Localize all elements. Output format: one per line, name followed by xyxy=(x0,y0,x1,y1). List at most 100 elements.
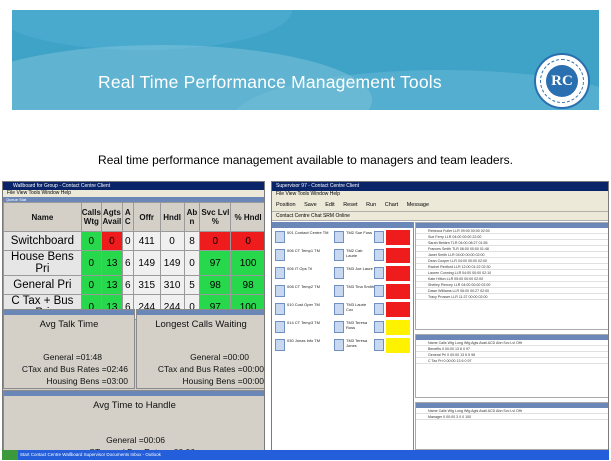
logo-monogram: RC xyxy=(546,65,578,97)
queue-label: 010 Cust Oper TM xyxy=(287,302,320,307)
table-row[interactable]: House Bens Pri 0 13 6 149 149 0 97 100 xyxy=(3,250,264,276)
service-level-value: 97 xyxy=(199,250,232,276)
title-banner: Real Time Performance Management Tools R… xyxy=(12,10,599,110)
metric-line: General =00:00 xyxy=(190,352,249,362)
agent-label: TM3 Teresa Ross xyxy=(346,320,368,330)
status-icon xyxy=(374,231,384,243)
banner-wave xyxy=(12,10,292,50)
message-button[interactable]: Message xyxy=(407,202,429,208)
agent-icon xyxy=(334,231,344,243)
agent-label: TM2 Sue Fuss xyxy=(346,230,373,235)
col-percent-handled[interactable]: % Hndl xyxy=(230,202,264,232)
status-icon xyxy=(374,249,384,261)
queue-row[interactable]: 006 IT Ops Trl TM3 Joe Laure xyxy=(274,266,412,283)
state-indicator xyxy=(386,338,410,353)
calls-waiting: 0 xyxy=(80,250,102,276)
offered-value: 315 xyxy=(132,275,161,295)
offered-value: 411 xyxy=(132,231,161,251)
queue-row[interactable]: 010 Cust Oper TM TM3 Laurie Cox xyxy=(274,302,412,319)
list-item[interactable]: C Tax Pri 0 00:00 13 6 0 97 xyxy=(416,358,608,364)
chart-button[interactable]: Chart xyxy=(385,202,398,208)
queue-stats-list: Name Calls Wtg Long Wtg Agts Avail ACD A… xyxy=(415,334,608,398)
queue-pane: 001 Contact Centre TM TM2 Sue Fuss 006 C… xyxy=(272,222,414,458)
position-button[interactable]: Position xyxy=(276,202,296,208)
queue-row[interactable]: 008 CT Temp2 TM TM3 Tina Smith xyxy=(274,284,412,301)
wallboard-titlebar[interactable]: Wallboard for Group - Contact Centre Cli… xyxy=(3,182,264,190)
state-indicator xyxy=(386,320,410,335)
panel-title: Avg Time to Handle xyxy=(93,400,176,411)
queue-icon xyxy=(275,285,285,297)
percent-handled-value: 98 xyxy=(230,275,264,295)
supervisor-window: Supervisor 97 - Contact Centre Client Fi… xyxy=(271,181,609,459)
reset-button[interactable]: Reset xyxy=(343,202,357,208)
col-ac[interactable]: A C xyxy=(121,202,134,232)
state-indicator xyxy=(386,248,410,263)
queue-row[interactable]: 006 CT Temp1 TM TM2 Cab Laurie xyxy=(274,248,412,265)
col-handled[interactable]: Hndl xyxy=(159,202,185,232)
slide: Real Time Performance Management Tools R… xyxy=(0,0,611,461)
agent-label: TM3 Joe Laure xyxy=(346,266,373,271)
edit-button[interactable]: Edit xyxy=(325,202,334,208)
handled-value: 310 xyxy=(159,275,185,295)
col-calls-waiting[interactable]: Calls Wtg xyxy=(80,202,102,232)
abandoned-value: 5 xyxy=(183,275,201,295)
save-button[interactable]: Save xyxy=(304,202,317,208)
ac-value: 0 xyxy=(121,231,134,251)
agent-label: TM3 Tina Smith xyxy=(346,284,375,289)
status-icon xyxy=(374,267,384,279)
metric-line: Housing Bens =03:00 xyxy=(46,376,128,386)
run-button[interactable]: Run xyxy=(366,202,376,208)
col-agents-available[interactable]: Agts Avail xyxy=(100,202,123,232)
supervisor-titlebar[interactable]: Supervisor 97 - Contact Centre Client xyxy=(272,182,608,191)
state-indicator xyxy=(386,302,410,317)
wallboard-window: Wallboard for Group - Contact Centre Cli… xyxy=(2,181,265,459)
taskbar-items[interactable]: Start Contact Centre Wallboard Superviso… xyxy=(20,452,161,457)
col-abandoned[interactable]: Ab n xyxy=(183,202,201,232)
queue-name: General Pri xyxy=(3,275,82,295)
col-service-level[interactable]: Svc Lvl % xyxy=(199,202,232,232)
queue-icon xyxy=(275,321,285,333)
queue-row[interactable]: 001 Contact Centre TM TM2 Sue Fuss xyxy=(274,230,412,247)
queue-label: 006 CT Temp1 TM xyxy=(287,248,320,253)
contact-centre-selector[interactable]: Contact Centre Chat SRM Online xyxy=(272,212,608,221)
agents-available: 0 xyxy=(100,231,123,251)
agent-state-list: Rebecca Fuller LLR 09:00 00:00 02:00 Sue… xyxy=(415,222,608,330)
supervisor-menubar[interactable]: File View Tools Window Help xyxy=(272,191,608,198)
list-item[interactable]: Manager 0 00:00 3 0 0 100 xyxy=(416,414,608,420)
service-level-value: 98 xyxy=(199,275,232,295)
abandoned-value: 0 xyxy=(183,250,201,276)
col-name[interactable]: Name xyxy=(3,202,82,232)
queue-row[interactable]: 030 Jonas Info TM TM3 Teresa Jones xyxy=(274,338,412,355)
agent-icon xyxy=(334,285,344,297)
abandoned-value: 8 xyxy=(183,231,201,251)
calls-waiting: 0 xyxy=(80,275,102,295)
queue-icon xyxy=(275,231,285,243)
calls-waiting: 0 xyxy=(80,231,102,251)
wallboard-menubar[interactable]: File View Tools Window Help xyxy=(3,190,264,197)
agent-icon xyxy=(334,267,344,279)
agent-label: TM2 Cab Laurie xyxy=(346,248,363,258)
ac-value: 6 xyxy=(121,275,134,295)
queue-name: House Bens Pri xyxy=(3,250,82,276)
status-icon xyxy=(374,285,384,297)
table-row[interactable]: General Pri 0 13 6 315 310 5 98 98 xyxy=(3,275,264,295)
metric-line: CTax and Bus Rates =00:00 xyxy=(157,364,264,374)
queue-row[interactable]: 014 CT Temp3 TM TM3 Teresa Ross xyxy=(274,320,412,337)
agent-icon xyxy=(334,303,344,315)
agent-icon xyxy=(334,321,344,333)
table-header-row: Name Calls Wtg Agts Avail A C Offr Hndl … xyxy=(3,202,264,232)
queue-stat-table: Name Calls Wtg Agts Avail A C Offr Hndl … xyxy=(3,202,264,320)
metric-line: General =01:48 xyxy=(43,352,102,362)
table-row[interactable]: Switchboard 0 0 0 411 0 8 0 0 xyxy=(3,231,264,251)
queue-label: 008 CT Temp2 TM xyxy=(287,284,320,289)
col-offered[interactable]: Offr xyxy=(132,202,161,232)
list-item[interactable]: Tracy Prosser LLR 11:37 00:00 02:00 xyxy=(416,294,608,300)
handled-value: 0 xyxy=(159,231,185,251)
manager-stats-list: Name Calls Wtg Long Wtg Agts Avail ACD A… xyxy=(415,402,608,450)
start-button[interactable] xyxy=(2,450,18,460)
agent-pane: Rebecca Fuller LLR 09:00 00:00 02:00 Sue… xyxy=(415,222,608,458)
queue-pane-header xyxy=(272,222,413,228)
service-level-value: 0 xyxy=(199,231,232,251)
state-indicator xyxy=(386,230,410,245)
avg-talk-time-panel: Avg Talk Time General =01:48 CTax and Bu… xyxy=(3,309,135,389)
